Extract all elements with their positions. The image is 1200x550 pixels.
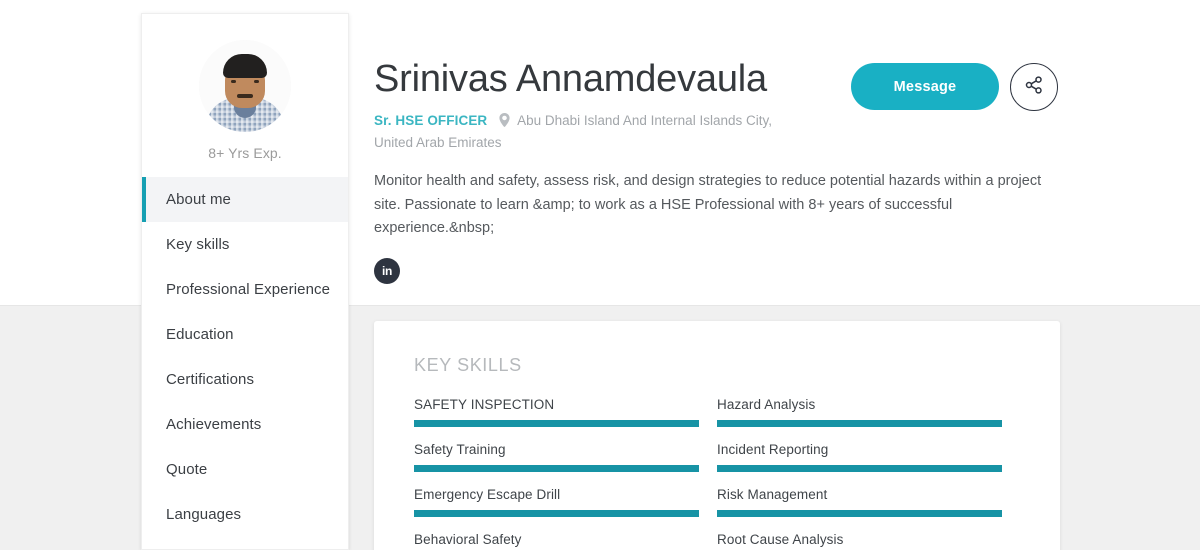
skill-bar — [414, 420, 699, 427]
social-links: in — [374, 257, 1074, 284]
skill-track — [414, 465, 699, 472]
job-title: Sr. HSE OFFICER — [374, 113, 488, 128]
key-skills-card: KEY SKILLS SAFETY INSPECTION Hazard Anal… — [374, 321, 1060, 550]
skill-label: Hazard Analysis — [717, 397, 816, 412]
share-button[interactable] — [1010, 63, 1058, 111]
sidebar-item-label: Languages — [166, 506, 242, 523]
skill-bar — [717, 510, 1002, 517]
avatar-container — [142, 14, 348, 132]
skill-item: SAFETY INSPECTION — [414, 397, 699, 427]
message-button[interactable]: Message — [851, 63, 999, 110]
sidebar-item-label: Quote — [166, 461, 208, 478]
skill-label: Safety Training — [414, 442, 506, 457]
sidebar-item-education[interactable]: Education — [142, 312, 348, 357]
skill-bar — [717, 420, 1002, 427]
skill-label: Emergency Escape Drill — [414, 487, 561, 502]
skill-track — [717, 420, 1002, 427]
bio-text: Monitor health and safety, assess risk, … — [374, 173, 1042, 237]
sidebar-item-key-skills[interactable]: Key skills — [142, 222, 348, 267]
skill-label: Root Cause Analysis — [717, 532, 844, 547]
share-icon — [1024, 75, 1044, 100]
avatar — [199, 40, 291, 132]
skill-item: Hazard Analysis — [717, 397, 1002, 427]
key-skills-title: KEY SKILLS — [414, 355, 522, 375]
sidebar-item-languages[interactable]: Languages — [142, 492, 348, 537]
skill-label: Incident Reporting — [717, 442, 829, 457]
skill-bar — [717, 465, 1002, 472]
key-skills-grid: SAFETY INSPECTION Hazard Analysis Safety… — [414, 397, 1004, 550]
skill-label: SAFETY INSPECTION — [414, 397, 555, 412]
skill-track — [414, 420, 699, 427]
sidebar-item-label: Professional Experience — [166, 281, 331, 298]
sidebar-item-professional-experience[interactable]: Professional Experience — [142, 267, 348, 312]
profile-sidebar: 8+ Yrs Exp. About me Key skills Professi… — [141, 13, 349, 550]
sidebar-item-label: Key skills — [166, 236, 230, 253]
sidebar-item-quote[interactable]: Quote — [142, 447, 348, 492]
skill-item: Behavioral Safety — [414, 532, 699, 550]
skill-track — [414, 510, 699, 517]
skill-item: Emergency Escape Drill — [414, 487, 699, 517]
skill-item: Root Cause Analysis — [717, 532, 1002, 550]
location-pin-icon — [499, 113, 510, 133]
sidebar-item-certifications[interactable]: Certifications — [142, 357, 348, 402]
profile-page: 8+ Yrs Exp. About me Key skills Professi… — [0, 0, 1200, 550]
skill-track — [717, 465, 1002, 472]
skill-item: Risk Management — [717, 487, 1002, 517]
sidebar-item-achievements[interactable]: Achievements — [142, 402, 348, 447]
sidebar-item-label: Education — [166, 326, 234, 343]
skill-bar — [414, 510, 699, 517]
skill-bar — [414, 465, 699, 472]
sidebar-item-label: Achievements — [166, 416, 262, 433]
skill-label: Risk Management — [717, 487, 828, 502]
header-meta: Sr. HSE OFFICER Abu Dhabi Island And Int… — [374, 111, 814, 152]
skill-label: Behavioral Safety — [414, 532, 522, 547]
skill-item: Safety Training — [414, 442, 699, 472]
sidebar-item-label: About me — [166, 191, 232, 208]
skill-item: Incident Reporting — [717, 442, 1002, 472]
linkedin-icon[interactable]: in — [374, 257, 400, 284]
sidebar-nav: About me Key skills Professional Experie… — [142, 177, 348, 537]
sidebar-item-about-me[interactable]: About me — [142, 177, 348, 222]
sidebar-item-label: Certifications — [166, 371, 255, 388]
skill-track — [717, 510, 1002, 517]
experience-label: 8+ Yrs Exp. — [208, 145, 282, 161]
